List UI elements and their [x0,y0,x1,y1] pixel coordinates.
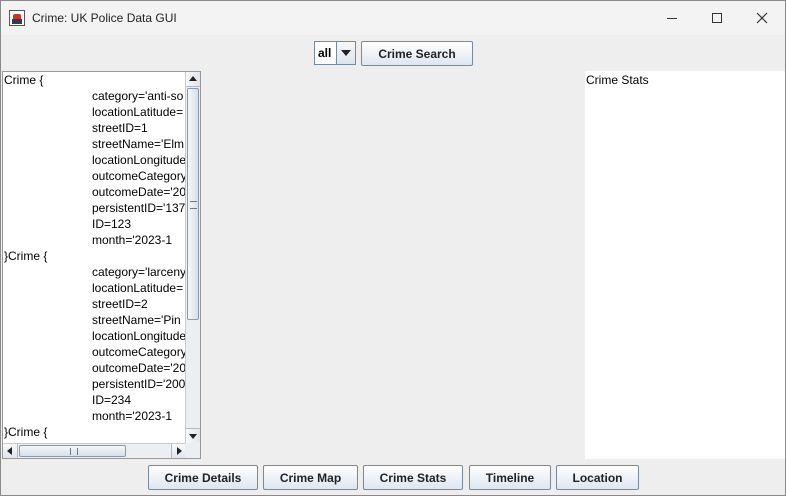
crime-list-line: locationLongitude [92,329,186,343]
crime-list-line: persistentID='137 [92,201,186,215]
location-button[interactable]: Location [556,465,639,490]
vertical-scroll-thumb[interactable] [187,88,199,320]
crime-list-line: category='anti-so [92,89,184,103]
close-button[interactable] [739,1,785,35]
title-bar[interactable]: Crime: UK Police Data GUI [1,1,785,35]
maximize-icon [712,13,722,23]
crime-list-line: }Crime { [4,425,48,439]
crime-list-line: Crime { [4,73,44,87]
filter-combobox[interactable]: all [314,41,356,65]
crime-stats-button[interactable]: Crime Stats [363,465,463,490]
crime-details-button[interactable]: Crime Details [148,465,258,490]
crime-list-line: ID=234 [92,393,132,407]
crime-list-line: ID=123 [92,217,132,231]
scroll-left-arrow-icon[interactable] [3,444,18,458]
timeline-button[interactable]: Timeline [469,465,551,490]
crime-list-line: outcomeDate='20 [92,185,186,199]
close-icon [756,12,768,24]
horizontal-scroll-thumb[interactable] [19,445,126,457]
crime-stats-label: Crime Stats [586,73,649,87]
crime-list-line: outcomeCategory [92,169,186,183]
horizontal-scrollbar[interactable] [3,443,186,458]
app-window: Crime: UK Police Data GUI all Crime Sear… [0,0,786,496]
crime-list-line: category='larceny [92,265,186,279]
vertical-scrollbar[interactable] [185,72,200,443]
crime-list-line: persistentID='200 [92,377,186,391]
scroll-down-arrow-icon[interactable] [186,428,200,443]
dropdown-arrow-icon[interactable] [336,42,355,64]
crime-list-line: locationLatitude= [92,281,184,295]
crime-list-line: streetID=1 [92,121,148,135]
scroll-corner [185,443,200,458]
crime-list-line: locationLongitude [92,153,186,167]
crime-list-line: locationLatitude= [92,105,184,119]
crime-list-line: streetID=2 [92,297,148,311]
minimize-button[interactable] [649,1,695,35]
crime-stats-panel: Crime Stats [585,71,785,459]
crime-list-textarea[interactable]: Crime { category='anti-so locationLatitude… [3,72,186,443]
crime-list-line: month='2023-1 [92,233,173,247]
crime-list-line: month='2023-1 [92,409,173,423]
java-app-icon [9,10,25,26]
scroll-right-arrow-icon[interactable] [171,444,186,458]
crime-list-line: outcomeDate='20 [92,361,186,375]
crime-list-line: streetName='Pin [92,313,181,327]
filter-selected-value: all [318,46,332,60]
maximize-button[interactable] [694,1,740,35]
crime-list-line: outcomeCategory [92,345,186,359]
crime-list-line: streetName='Elm [92,137,184,151]
crime-list-scrollpane[interactable]: Crime { category='anti-so locationLatitude… [2,71,201,459]
crime-list-line: }Crime { [4,249,48,263]
crime-search-button[interactable]: Crime Search [361,41,473,66]
scroll-up-arrow-icon[interactable] [186,72,200,87]
window-title: Crime: UK Police Data GUI [32,11,177,25]
crime-map-button[interactable]: Crime Map [263,465,358,490]
minimize-icon [667,17,677,19]
